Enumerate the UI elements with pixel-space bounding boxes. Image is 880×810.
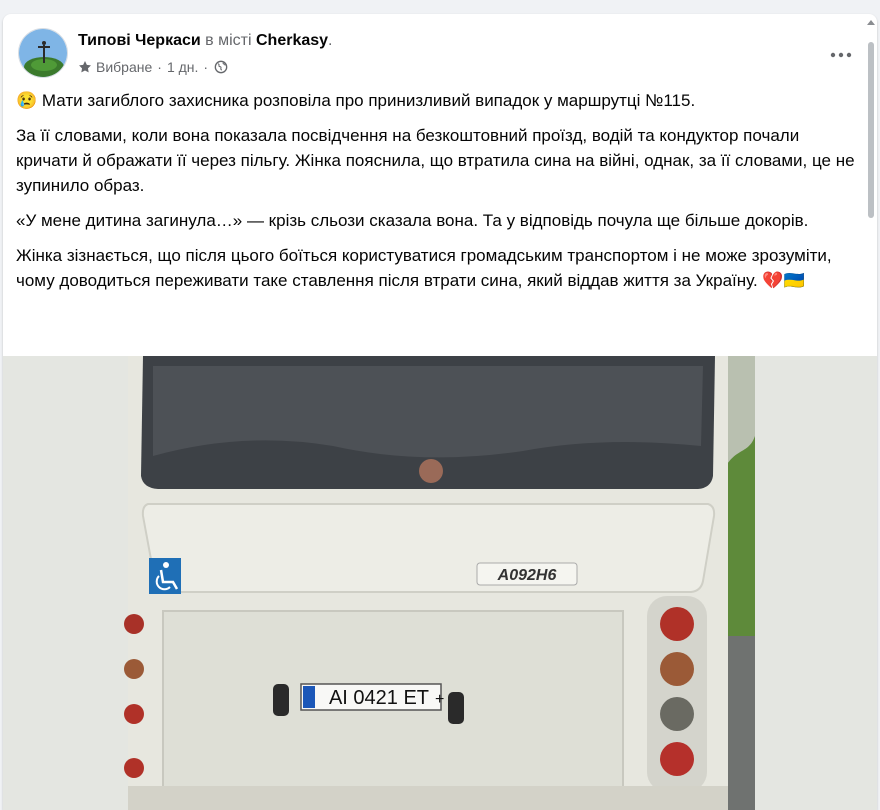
meta-separator: · — [157, 59, 162, 75]
scrollbar-thumb[interactable] — [868, 42, 874, 218]
post-paragraph: «У мене дитина загинула…» — крізь сльози… — [16, 211, 809, 230]
post-timestamp[interactable]: 1 дн. — [167, 58, 198, 76]
star-icon — [79, 61, 91, 73]
post-header: Типові Черкаси в місті Cherkasy. Вибране… — [3, 14, 877, 218]
bus-model-label: A092H6 — [497, 567, 557, 584]
bus-photo: A092H6 AI 0421 ET + — [3, 356, 877, 810]
more-options-button[interactable] — [823, 37, 859, 73]
post-card: Типові Черкаси в місті Cherkasy. Вибране… — [3, 14, 877, 810]
license-plate-suffix: + — [435, 691, 444, 708]
scroll-up-arrow[interactable] — [867, 20, 875, 25]
post-paragraph: За її словами, коли вона показала посвід… — [16, 126, 855, 195]
post-paragraph: Жінка зізнається, що після цього боїться… — [16, 246, 832, 290]
post-paragraph: 😢 Мати загиблого захисника розповіла про… — [16, 91, 696, 110]
post-photo[interactable]: A092H6 AI 0421 ET + — [3, 356, 877, 810]
post-title: Типові Черкаси в місті Cherkasy. — [78, 30, 333, 52]
globe-icon[interactable] — [214, 60, 228, 74]
favorite-badge: Вибране — [96, 59, 153, 75]
more-horizontal-icon — [830, 52, 852, 58]
avatar-image — [19, 29, 67, 77]
post-meta: Вибране · 1 дн. · — [78, 58, 228, 76]
scrollbar[interactable] — [865, 14, 877, 356]
city-link[interactable]: Cherkasy — [256, 32, 328, 49]
location-prefix: в місті — [200, 32, 256, 49]
meta-separator: · — [203, 59, 209, 75]
page-avatar[interactable] — [18, 28, 68, 78]
title-suffix: . — [328, 32, 333, 49]
page-name-link[interactable]: Типові Черкаси — [78, 32, 201, 49]
post-body: 😢 Мати загиблого захисника розповіла про… — [16, 88, 864, 303]
license-plate: AI 0421 ET — [329, 687, 429, 709]
